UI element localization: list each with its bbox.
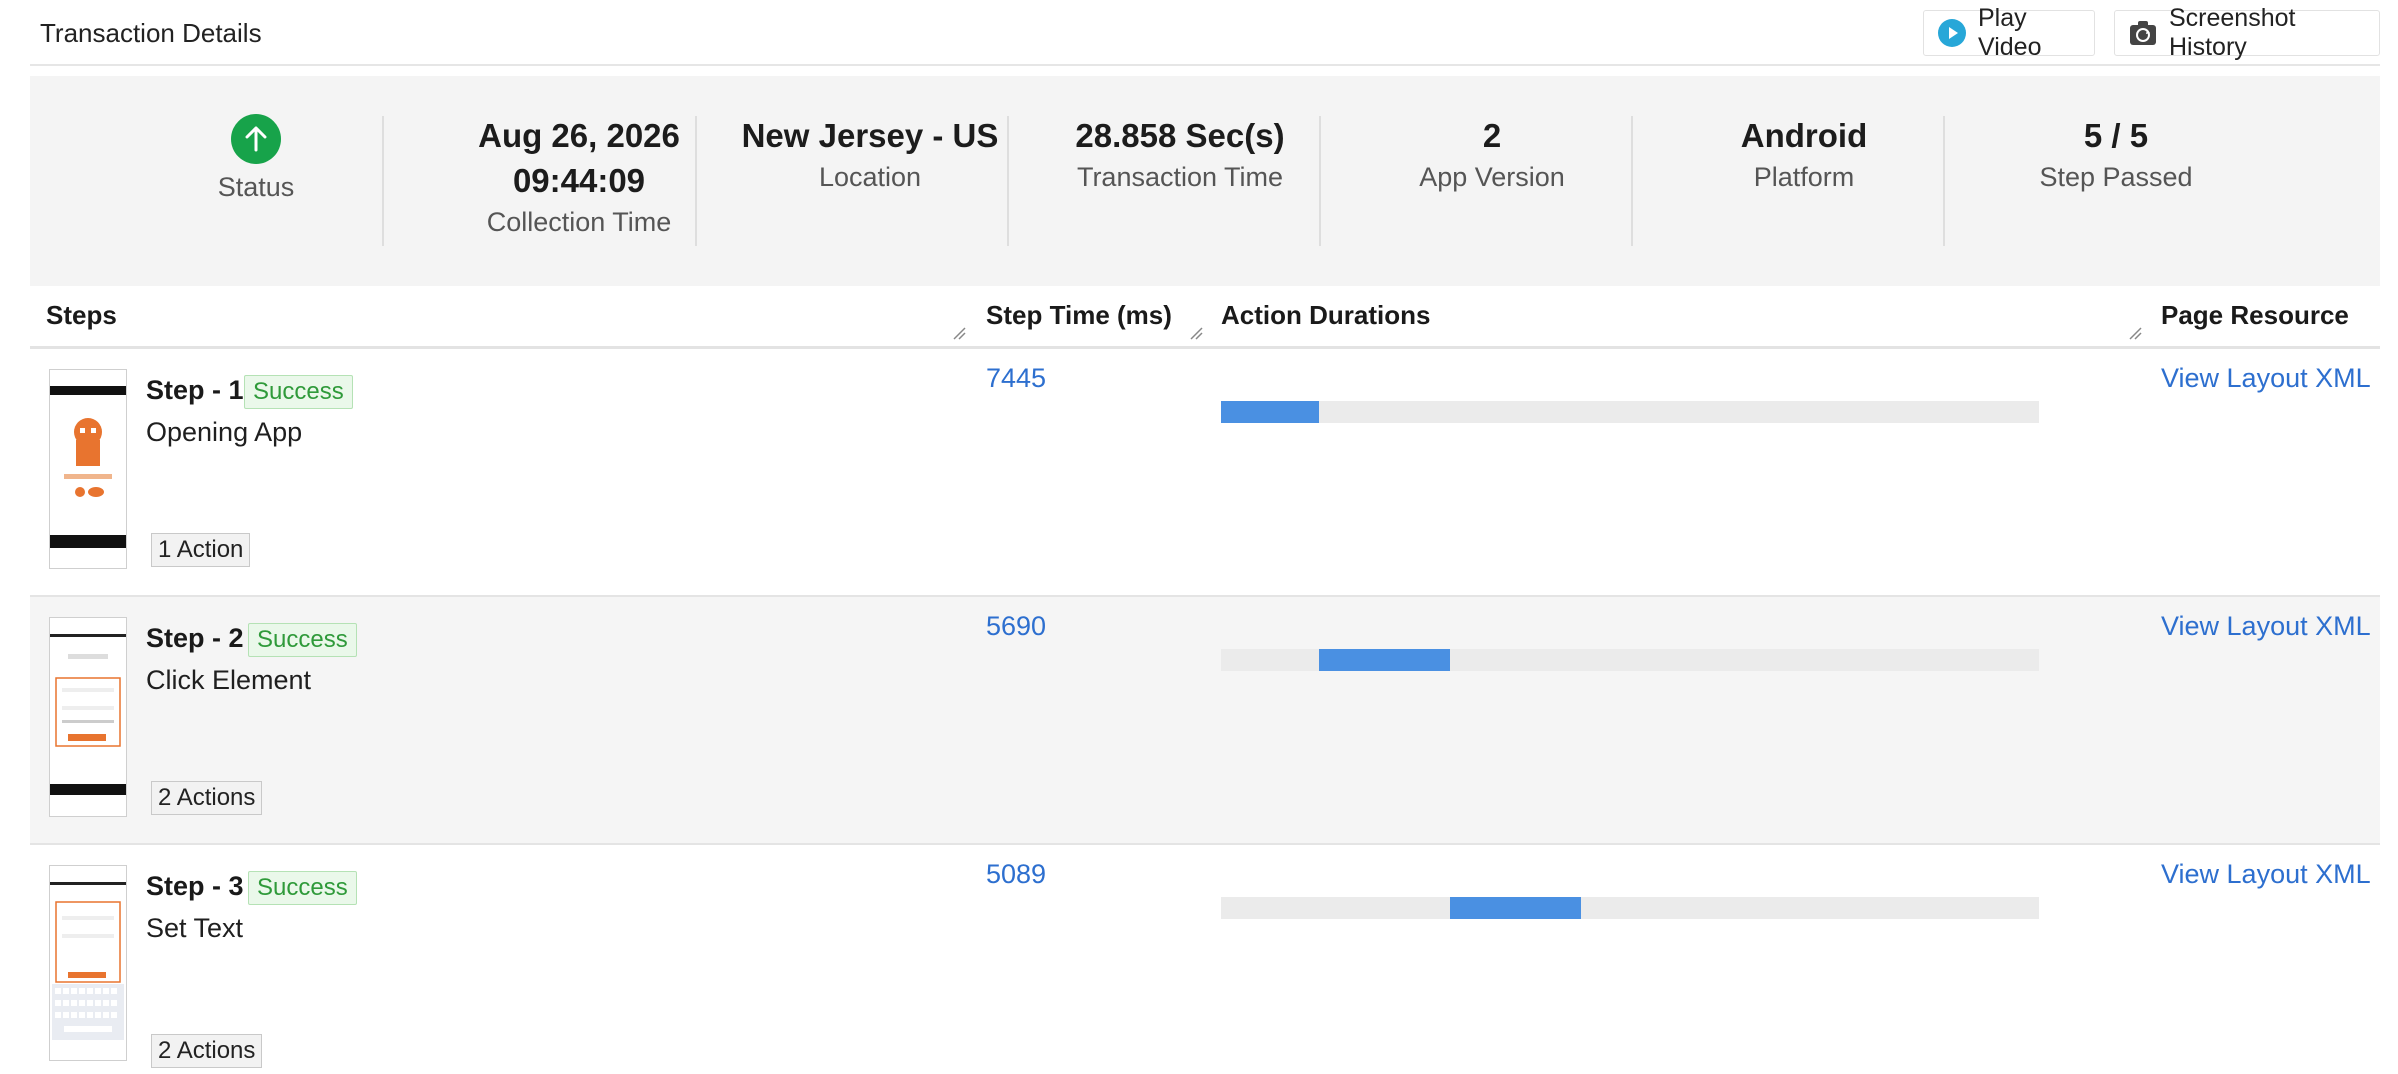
step-name: Step - 2 [146,623,244,653]
actions-count-button[interactable]: 1 Action [151,533,251,567]
divider [1631,116,1633,246]
column-resize-handle[interactable] [1189,326,1203,340]
step-screenshot-thumbnail[interactable] [49,369,127,569]
actions-count-button[interactable]: 2 Actions [151,1034,263,1068]
step-name: Step - 1 [146,375,244,405]
play-video-label: Play Video [1978,4,2042,61]
transaction-header: Transaction Details Play Video Screensho… [30,0,2380,66]
divider [1943,116,1945,246]
screenshot-history-button[interactable]: Screenshot History [2114,4,2380,61]
step-screenshot-thumbnail[interactable] [49,617,127,817]
divider [695,116,697,246]
column-action-durations[interactable]: Action Durations [1221,300,1430,331]
steps-table-header: Steps Step Time (ms) Action Durations Pa… [30,286,2380,349]
transaction-time-label: Transaction Time [1076,162,1284,192]
step-time-link[interactable]: 5089 [986,859,1046,890]
camera-history-icon [2129,20,2157,46]
action-duration-track [1221,649,2039,671]
column-resize-handle[interactable] [952,326,966,340]
divider [1319,116,1321,246]
table-row: Step - 1 Success Opening App 1 Action 74… [30,349,2380,597]
location-value: New Jersey - US [741,117,999,154]
step-time-link[interactable]: 5690 [986,611,1046,642]
app-version-value: 2 [1482,117,1502,154]
steps-passed-label: Step Passed [2039,162,2193,192]
column-resize-handle[interactable] [2128,326,2142,340]
status-badge: Success [248,623,357,657]
step-description: Click Element [146,665,312,695]
column-step-time[interactable]: Step Time (ms) [986,300,1172,331]
platform-label: Platform [1753,162,1855,192]
platform-value: Android [1740,117,1868,154]
view-layout-xml-link[interactable]: View Layout XML [2161,363,2371,394]
action-duration-bar[interactable] [1450,897,1581,919]
table-row: Step - 3 Success Set Text 2 Actions 5089… [30,845,2380,1074]
status-up-icon [231,114,281,164]
transaction-time-value: 28.858 Sec(s) [1075,117,1285,154]
status-stat: Status [140,76,372,286]
step-name: Step - 3 [146,871,244,901]
step-description: Opening App [146,417,303,447]
status-badge: Success [244,375,353,409]
step-time-link[interactable]: 7445 [986,363,1046,394]
action-duration-track [1221,897,2039,919]
summary-panel: Status Aug 26, 2026 09:44:09 Collection … [30,76,2380,286]
step-screenshot-thumbnail[interactable] [49,865,127,1061]
status-label: Status [217,172,295,202]
play-video-button[interactable]: Play Video [1923,4,2095,61]
divider [382,116,384,246]
status-badge: Success [248,871,357,905]
steps-passed-value: 5 / 5 [2083,117,2149,154]
actions-count-button[interactable]: 2 Actions [151,781,263,815]
play-icon [1938,19,1966,47]
action-duration-bar[interactable] [1319,649,1451,671]
location-label: Location [818,162,922,192]
screenshot-history-label: Screenshot History [2169,4,2296,61]
column-steps[interactable]: Steps [46,300,117,331]
app-version-label: App Version [1419,162,1565,192]
page-title: Transaction Details [40,18,262,48]
action-duration-track [1221,401,2039,423]
column-page-resource: Page Resource [2161,300,2349,330]
view-layout-xml-link[interactable]: View Layout XML [2161,859,2371,890]
step-description: Set Text [146,913,244,943]
divider [1007,116,1009,246]
action-duration-bar[interactable] [1221,401,1320,423]
view-layout-xml-link[interactable]: View Layout XML [2161,611,2371,642]
table-row: Step - 2 Success Click Element 2 Actions… [30,597,2380,845]
